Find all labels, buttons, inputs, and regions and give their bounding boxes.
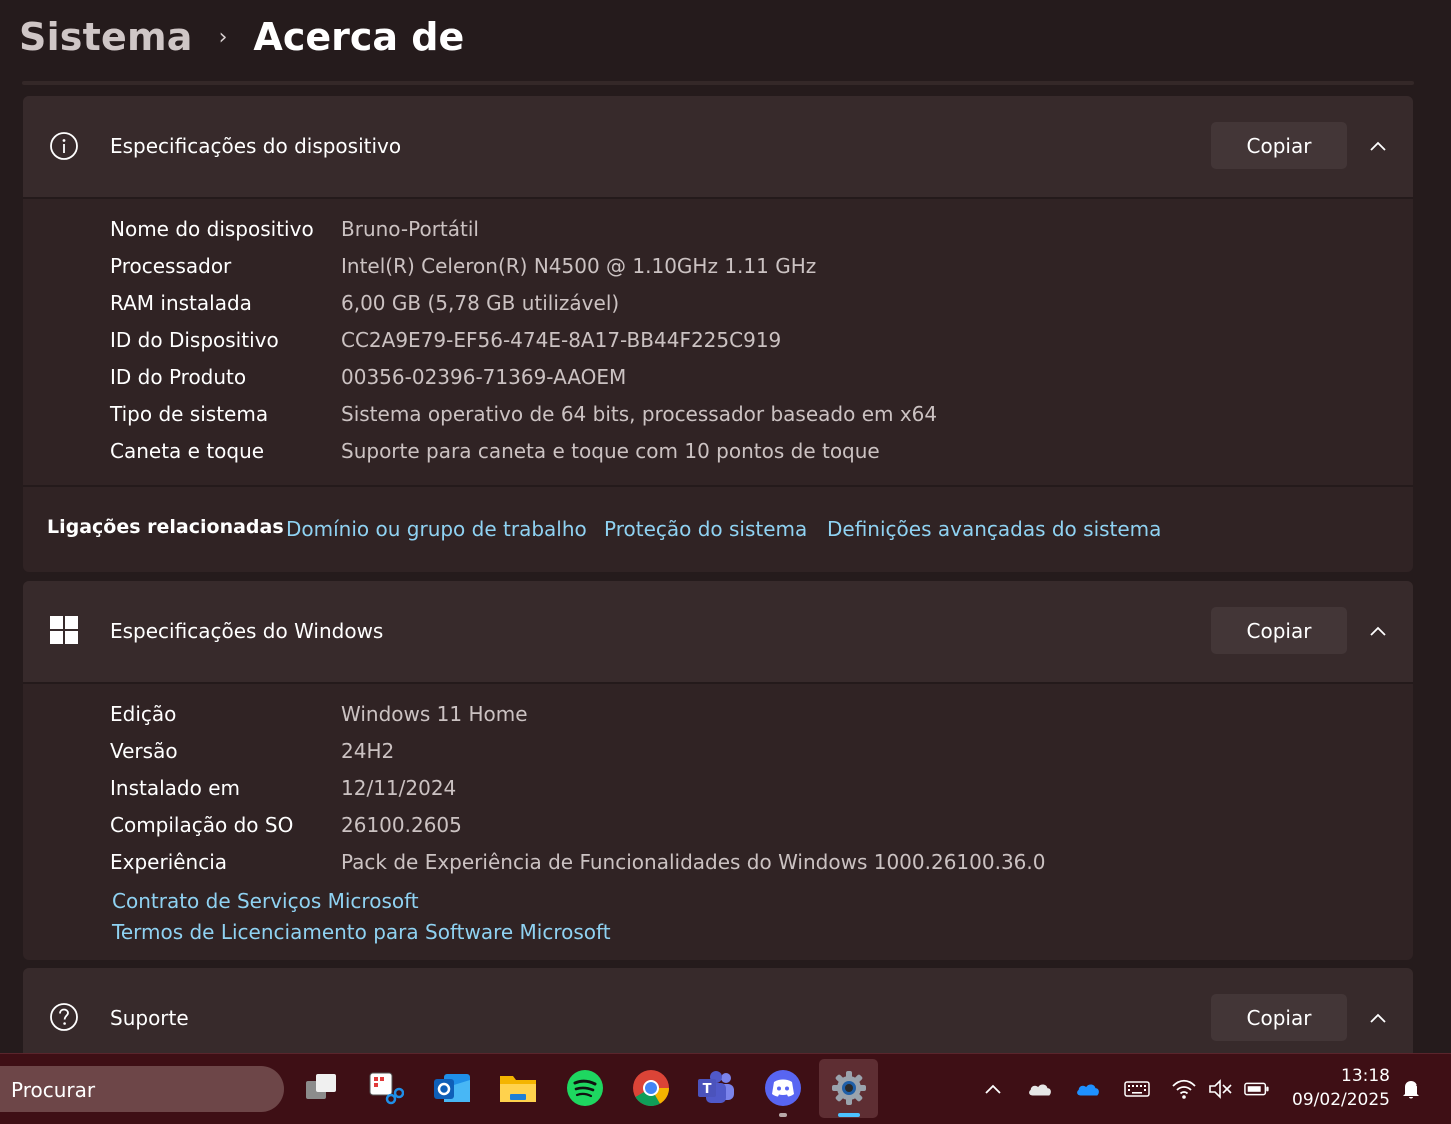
search-placeholder: Procurar bbox=[11, 1078, 96, 1102]
file-explorer-icon[interactable] bbox=[498, 1068, 538, 1108]
pen-touch-value[interactable]: Suporte para caneta e toque com 10 ponto… bbox=[341, 439, 880, 463]
collapse-chevron-up-icon[interactable] bbox=[1369, 138, 1387, 156]
related-links-label: Ligações relacionadas bbox=[47, 516, 284, 538]
taskbar-clock[interactable]: 13:18 09/02/2025 bbox=[1282, 1064, 1390, 1112]
link-advanced-system-settings[interactable]: Definições avançadas do sistema bbox=[827, 517, 1161, 541]
taskbar-search-box[interactable]: Procurar bbox=[0, 1066, 284, 1112]
device-specs-header[interactable]: Especificações do dispositivo Copiar bbox=[23, 96, 1413, 197]
device-specs-card: Especificações do dispositivo Copiar Nom… bbox=[23, 96, 1413, 572]
spec-label: RAM instalada bbox=[110, 291, 252, 315]
processor-value[interactable]: Intel(R) Celeron(R) N4500 @ 1.10GHz 1.11… bbox=[341, 254, 816, 278]
taskbar: Procurar T 13:18 09/02/2025 z bbox=[0, 1053, 1451, 1124]
spec-label: Tipo de sistema bbox=[110, 402, 269, 426]
snipping-tool-icon[interactable] bbox=[365, 1068, 405, 1108]
installed-on-value[interactable]: 12/11/2024 bbox=[341, 776, 456, 800]
clock-date: 09/02/2025 bbox=[1292, 1090, 1390, 1110]
notifications-dnd-bell-icon[interactable]: z bbox=[1398, 1076, 1424, 1102]
spec-label: Versão bbox=[110, 739, 178, 763]
keyboard-icon[interactable] bbox=[1124, 1076, 1150, 1102]
spec-label: ID do Dispositivo bbox=[110, 328, 279, 352]
show-hidden-icons-chevron[interactable] bbox=[980, 1076, 1006, 1102]
spec-label: Compilação do SO bbox=[110, 813, 294, 837]
spec-label: Experiência bbox=[110, 850, 228, 874]
ram-value[interactable]: 6,00 GB (5,78 GB utilizável) bbox=[341, 291, 619, 315]
help-icon bbox=[50, 1003, 78, 1031]
spec-label: Edição bbox=[110, 702, 177, 726]
support-title: Suporte bbox=[110, 1006, 189, 1030]
collapse-chevron-up-icon[interactable] bbox=[1369, 623, 1387, 641]
outlook-icon[interactable] bbox=[432, 1068, 472, 1108]
teams-icon[interactable]: T bbox=[696, 1068, 736, 1108]
link-domain-workgroup[interactable]: Domínio ou grupo de trabalho bbox=[286, 517, 587, 541]
chrome-icon[interactable] bbox=[631, 1068, 671, 1108]
active-app-indicator bbox=[838, 1113, 860, 1117]
windows-specs-card: Especificações do Windows Copiar Edição … bbox=[23, 581, 1413, 960]
discord-icon[interactable] bbox=[763, 1068, 803, 1108]
device-name-value[interactable]: Bruno-Portátil bbox=[341, 217, 479, 241]
product-id-value[interactable]: 00356-02396-71369-AAOEM bbox=[341, 365, 626, 389]
system-type-value[interactable]: Sistema operativo de 64 bits, processado… bbox=[341, 402, 937, 426]
task-view-icon[interactable] bbox=[301, 1068, 341, 1108]
divider bbox=[23, 682, 1413, 684]
info-icon bbox=[50, 132, 78, 160]
support-card: Suporte Copiar bbox=[23, 968, 1413, 1054]
breadcrumb-separator-icon: › bbox=[218, 24, 228, 50]
copy-device-specs-button[interactable]: Copiar bbox=[1211, 122, 1347, 169]
spec-label: ID do Produto bbox=[110, 365, 247, 389]
running-app-indicator bbox=[779, 1113, 787, 1117]
spotify-icon[interactable] bbox=[565, 1068, 605, 1108]
onedrive-business-icon[interactable] bbox=[1075, 1076, 1101, 1102]
spec-label: Processador bbox=[110, 254, 232, 278]
copy-windows-specs-button[interactable]: Copiar bbox=[1211, 607, 1347, 654]
svg-text:z: z bbox=[1416, 1079, 1421, 1088]
spec-label: Instalado em bbox=[110, 776, 240, 800]
breadcrumb: Sistema › Acerca de bbox=[19, 12, 464, 62]
battery-icon[interactable] bbox=[1244, 1076, 1270, 1102]
device-id-value[interactable]: CC2A9E79-EF56-474E-8A17-BB44F225C919 bbox=[341, 328, 781, 352]
link-microsoft-services-agreement[interactable]: Contrato de Serviços Microsoft bbox=[112, 889, 419, 913]
spec-label: Caneta e toque bbox=[110, 439, 265, 463]
breadcrumb-parent-sistema[interactable]: Sistema bbox=[19, 15, 193, 59]
divider bbox=[23, 197, 1413, 199]
os-build-value[interactable]: 26100.2605 bbox=[341, 813, 462, 837]
windows-specs-title: Especificações do Windows bbox=[110, 619, 384, 643]
windows-specs-header[interactable]: Especificações do Windows Copiar bbox=[23, 581, 1413, 682]
svg-text:T: T bbox=[703, 1082, 712, 1097]
windows-logo-icon bbox=[50, 616, 78, 644]
link-microsoft-software-license-terms[interactable]: Termos de Licenciamento para Software Mi… bbox=[112, 920, 611, 944]
version-value[interactable]: 24H2 bbox=[341, 739, 394, 763]
onedrive-personal-icon[interactable] bbox=[1027, 1076, 1053, 1102]
edition-value[interactable]: Windows 11 Home bbox=[341, 702, 528, 726]
page-title: Acerca de bbox=[253, 15, 465, 59]
spec-label: Nome do dispositivo bbox=[110, 217, 314, 241]
link-system-protection[interactable]: Proteção do sistema bbox=[604, 517, 807, 541]
wifi-icon[interactable] bbox=[1171, 1076, 1197, 1102]
collapse-chevron-up-icon[interactable] bbox=[1369, 1010, 1387, 1028]
divider bbox=[23, 485, 1413, 487]
settings-icon[interactable] bbox=[829, 1068, 869, 1108]
volume-muted-icon[interactable] bbox=[1207, 1076, 1233, 1102]
clock-time: 13:18 bbox=[1341, 1066, 1390, 1086]
device-specs-title: Especificações do dispositivo bbox=[110, 134, 402, 158]
experience-value[interactable]: Pack de Experiência de Funcionalidades d… bbox=[341, 850, 1045, 874]
scroll-divider bbox=[22, 81, 1414, 85]
copy-support-button[interactable]: Copiar bbox=[1211, 994, 1347, 1041]
support-header[interactable]: Suporte Copiar bbox=[23, 968, 1413, 1054]
